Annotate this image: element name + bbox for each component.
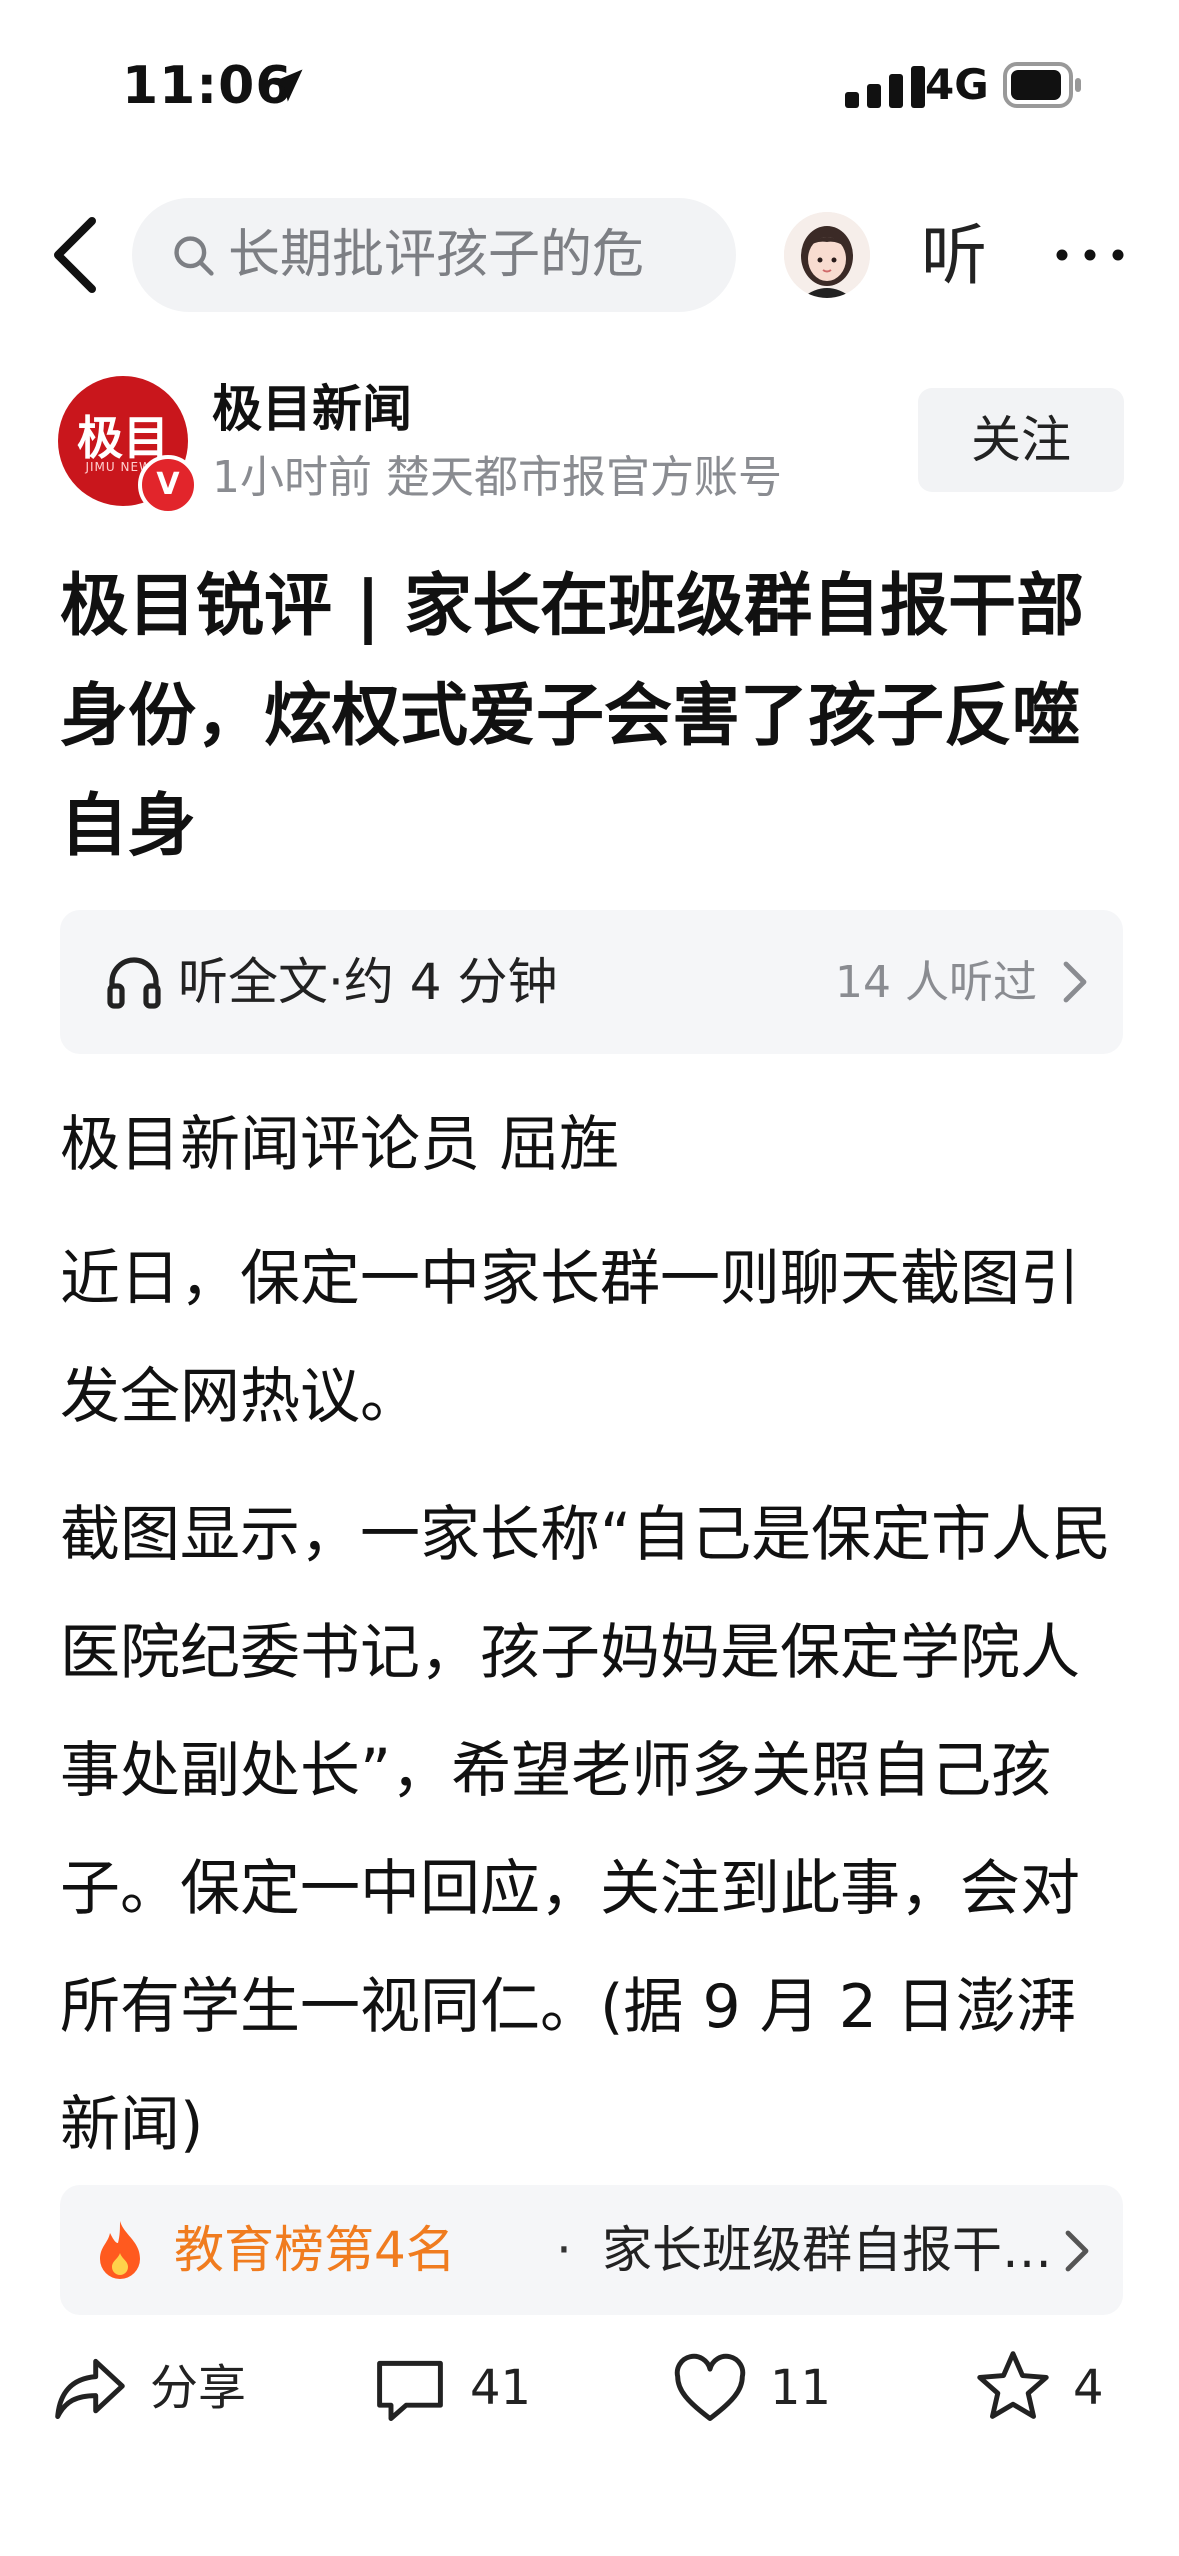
network-type: 4G: [925, 60, 989, 109]
article-title: 极目锐评 | 家长在班级群自报干部身份，炫权式爱子会害了孩子反噬自身: [60, 567, 1085, 866]
publish-meta: 1小时前 楚天都市报官方账号: [212, 452, 782, 503]
hot-list-bar[interactable]: 教育榜第4名 · 家长班级群自报干部身份: [60, 2185, 1123, 2315]
favorite-star-icon[interactable]: [975, 2348, 1051, 2424]
verified-badge-icon: V: [138, 455, 198, 515]
fire-icon: [100, 2221, 140, 2279]
article-paragraph: 近日，保定一中家长群一则聊天截图引发全网热议。: [60, 1244, 1080, 1432]
publisher-name[interactable]: 极目新闻: [212, 377, 412, 441]
location-arrow-icon: [269, 69, 303, 102]
headphones-icon: [107, 957, 161, 1009]
article-byline: 极目新闻评论员 屈旌: [60, 1110, 620, 1180]
more-options-icon[interactable]: [1050, 220, 1130, 290]
listen-button[interactable]: 听: [921, 214, 987, 298]
share-icon[interactable]: [52, 2350, 128, 2426]
hot-rank-label: 教育榜第4名: [174, 2221, 456, 2279]
cellular-signal-icon: [845, 66, 925, 108]
chevron-right-icon: [1063, 961, 1087, 1003]
search-icon: [174, 236, 214, 276]
listen-full-text-label: 听全文·约 4 分钟: [178, 953, 558, 1011]
like-heart-icon[interactable]: [672, 2352, 748, 2428]
article-body: 极目新闻评论员 屈旌 近日，保定一中家长群一则聊天截图引发全网热议。 截图显示，…: [60, 1090, 1130, 2160]
listen-count: 14 人听过: [835, 957, 1037, 1008]
comment-icon[interactable]: [372, 2352, 448, 2428]
favorite-count[interactable]: 4: [1073, 2350, 1104, 2426]
hot-separator: ·: [556, 2221, 572, 2279]
user-avatar[interactable]: [784, 212, 870, 298]
search-query-text: 长期批评孩子的危: [228, 225, 645, 285]
follow-button[interactable]: 关注: [918, 388, 1124, 492]
like-count[interactable]: 11: [770, 2350, 831, 2426]
article-paragraph: 截图显示，一家长称“自己是保定市人民医院纪委书记，孩子妈妈是保定学院人事处副处长…: [60, 1500, 1112, 2160]
back-arrow-icon[interactable]: [48, 215, 98, 295]
hot-topic-title: 家长班级群自报干部身份: [602, 2221, 1052, 2279]
share-label[interactable]: 分享: [150, 2350, 246, 2426]
battery-icon: [1003, 62, 1081, 108]
comment-count[interactable]: 41: [470, 2350, 531, 2426]
avatar-illustration-icon: [784, 212, 870, 298]
chevron-right-icon: [1065, 2230, 1089, 2272]
listen-full-text-bar[interactable]: 听全文·约 4 分钟 14 人听过: [60, 910, 1123, 1054]
search-bar[interactable]: 长期批评孩子的危: [132, 198, 736, 312]
